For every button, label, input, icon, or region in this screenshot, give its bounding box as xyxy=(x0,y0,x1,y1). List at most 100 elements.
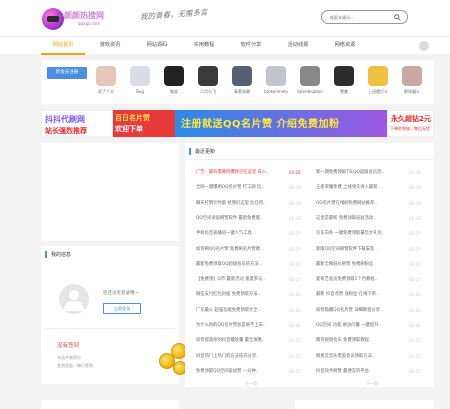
member-item[interactable]: 虎了个大 xyxy=(91,66,121,95)
avatar xyxy=(232,66,252,86)
news-title[interactable]: 抖音热门上热门的方法技巧分享.. xyxy=(196,349,284,364)
ad-banner-2-title: 百日名片赞 xyxy=(115,114,150,122)
news-title[interactable]: 如何提高你的抖音播放量 最全攻略.. xyxy=(196,333,284,348)
news-title[interactable]: 广东最火 超强功能免费领取大全.. xyxy=(196,303,284,318)
news-date: 02-26 xyxy=(409,307,421,313)
news-title[interactable]: 最新 抖音点赞 涨粉丝 在线下单.. xyxy=(316,287,404,302)
main-nav: 网站首页 游戏资讯 网站源码 实用教程 软件分享 活动线报 网络资源 xyxy=(0,36,450,55)
ad-banner-3[interactable]: 注册就送QQ名片赞 介绍免费加粉 xyxy=(175,110,387,137)
divider xyxy=(185,159,434,160)
site-logo[interactable]: 颜颜热搜网 qqxgo.com xyxy=(42,8,104,30)
recent-updates-panel: 最近更新 上一页 下一页 广告：最有需要的爆款尽在这里 日入.. 02-28 全网一… xyxy=(185,143,434,387)
avatar xyxy=(96,66,116,86)
news-title[interactable]: QQ名片赞在线刷免费网站推荐.. xyxy=(316,196,404,211)
news-title[interactable]: 这里是最新 免费领取皮肤活动.. xyxy=(316,211,404,226)
divider xyxy=(45,328,175,329)
avatar xyxy=(300,66,320,86)
search-box[interactable] xyxy=(321,10,408,24)
ad-banner-2[interactable]: 百日名片赞 欢迎下单 xyxy=(113,110,175,137)
news-date: 02-26 xyxy=(289,307,301,313)
news-title[interactable]: 新版QQ空间刷赞软件下载安装.. xyxy=(316,242,404,257)
news-title[interactable]: 腾讯视频会员 免费领取教程.. xyxy=(316,333,404,348)
not-logged-in-text: 您还没有登录哦~ xyxy=(103,291,139,296)
checkin-status[interactable]: 没有签到 xyxy=(57,341,79,349)
news-date: 02-27 xyxy=(409,261,421,267)
news-date: 02-28 xyxy=(289,185,301,191)
login-button[interactable]: 立即登录 xyxy=(103,303,141,314)
news-date: 02-27 xyxy=(409,246,421,252)
user-info-panel: 我的信息 您还没有登录哦~ 立即登录 没有签到 本站共有积分 签到奖励：每日签到 xyxy=(41,246,187,384)
news-date: 02-28 xyxy=(289,170,301,175)
member-name: 赞美 xyxy=(340,89,348,94)
member-item[interactable]: 二月与飞 xyxy=(193,66,223,95)
news-title[interactable]: 为什么你的QQ名片赞总是刷不上去.. xyxy=(196,318,284,333)
news-title[interactable]: 如何刷QQ名片赞 免费刷名片赞教.. xyxy=(196,242,284,257)
ad-banner-4[interactable]: 永久超钻2元 下单秒到账，售后无忧 xyxy=(387,110,434,137)
news-date: 02-27 xyxy=(409,231,421,237)
member-item[interactable]: 青葱年嫩 xyxy=(227,66,257,95)
ad-banner-1[interactable]: 抖抖代刷网 站长强烈推荐 xyxy=(41,110,113,137)
bottom-panel-right xyxy=(295,400,434,409)
news-title[interactable]: 广告：最有需要的爆款尽在这里 日入.. xyxy=(196,165,284,180)
nav-item[interactable]: 网站源码 xyxy=(135,37,179,55)
member-item[interactable]: tylerdoublen xyxy=(295,66,325,94)
news-date: 02-26 xyxy=(409,292,421,298)
nav-item[interactable]: 网站首页 xyxy=(41,37,85,55)
member-name: Bug xyxy=(136,89,144,94)
member-item[interactable]: 上班就打卡 xyxy=(363,66,393,95)
news-title[interactable]: 聊天打倒计时版 给我们这里 比任何.. xyxy=(196,196,284,211)
avatar xyxy=(198,66,218,86)
member-name: 上班就打卡 xyxy=(368,89,388,94)
avatar xyxy=(402,66,422,86)
search-icon[interactable] xyxy=(394,14,401,21)
news-title[interactable]: 最新免费领取QQ超级会员的方法.. xyxy=(196,257,284,272)
checkin-detail-1: 本站共有积分 xyxy=(57,355,81,360)
user-panel-title: 我的信息 xyxy=(45,251,71,258)
news-date: 02-27 xyxy=(289,277,301,283)
news-title[interactable]: 新一期免费领取7天QQ超级会员活.. xyxy=(316,165,404,180)
news-title[interactable]: 京东白条 一键免费领取豪华大礼包.. xyxy=(316,226,404,241)
news-title[interactable]: QQ空间 访客 刷访问量 一键提升.. xyxy=(316,318,404,333)
next-page-link[interactable]: 下一页 xyxy=(366,381,378,387)
news-title[interactable]: 手机抖音直播间一键人气工具.. xyxy=(196,226,284,241)
prev-page-link[interactable]: 上一页 xyxy=(245,381,257,387)
avatar xyxy=(368,66,388,86)
member-item[interactable]: 赞美 xyxy=(329,66,359,95)
search-input[interactable] xyxy=(330,13,390,22)
news-title[interactable]: 如何隐藏QQ名片赞 详细教程分享.. xyxy=(316,303,404,318)
member-item[interactable]: 那年烟火 xyxy=(397,66,427,95)
news-title[interactable]: 爱奇艺会员免费领取1个月教程.. xyxy=(316,272,404,287)
nav-item[interactable]: 实用教程 xyxy=(182,37,226,55)
member-item[interactable]: brokenmelo xyxy=(261,66,291,94)
nav-item[interactable]: 游戏资讯 xyxy=(88,37,132,55)
news-date: 02-25 xyxy=(409,353,421,359)
slogan: 我的青春，无需多言 xyxy=(139,7,208,22)
news-title[interactable]: 微信支付红包封面 免费领取方法.. xyxy=(196,287,284,302)
user-avatar-icon[interactable] xyxy=(419,41,429,51)
logo-subtext: qqxgo.com xyxy=(78,21,101,26)
news-title[interactable]: QQ空间说说刷赞软件 最新免费版.. xyxy=(196,211,284,226)
nav-item[interactable]: 网络资源 xyxy=(323,37,367,55)
nav-item[interactable]: 活动线报 xyxy=(276,37,320,55)
bottom-panel-left xyxy=(41,400,179,409)
side-panel-empty xyxy=(41,143,179,241)
news-title[interactable]: 全网一键爆刷QQ名片赞 打工网 比.. xyxy=(196,180,284,195)
news-title[interactable]: 抖音快手刷赞 最便宜的平台.. xyxy=(316,364,404,379)
nav-item[interactable]: 软件分享 xyxy=(229,37,273,55)
news-date: 02-25 xyxy=(409,338,421,344)
news-title[interactable]: 王者荣耀免费 上线领先进入最新.. xyxy=(316,180,404,195)
member-name: 虎了个大 xyxy=(98,89,114,94)
news-date: 02-27 xyxy=(289,261,301,267)
member-item[interactable]: Bug xyxy=(125,66,155,94)
news-title[interactable]: 免费领取QQ空间说说赞 一分钟.. xyxy=(196,364,284,379)
news-date: 02-27 xyxy=(409,277,421,283)
news-date: 02-26 xyxy=(289,323,301,328)
member-item[interactable]: 微笑 xyxy=(159,66,189,95)
member-name: 那年烟火 xyxy=(404,89,420,94)
logo-text: 颜颜热搜网 xyxy=(64,11,104,20)
news-title[interactable]: 最新全网低价刷赞 免费刷粉丝.. xyxy=(316,257,404,272)
news-date: 02-25 xyxy=(289,353,301,359)
news-title[interactable]: 【免费领】Q币 最新活动 速度参与.. xyxy=(196,272,284,287)
news-title[interactable]: 网易云音乐黑胶会员领取方法.. xyxy=(316,349,404,364)
news-date: 02-26 xyxy=(409,323,421,328)
